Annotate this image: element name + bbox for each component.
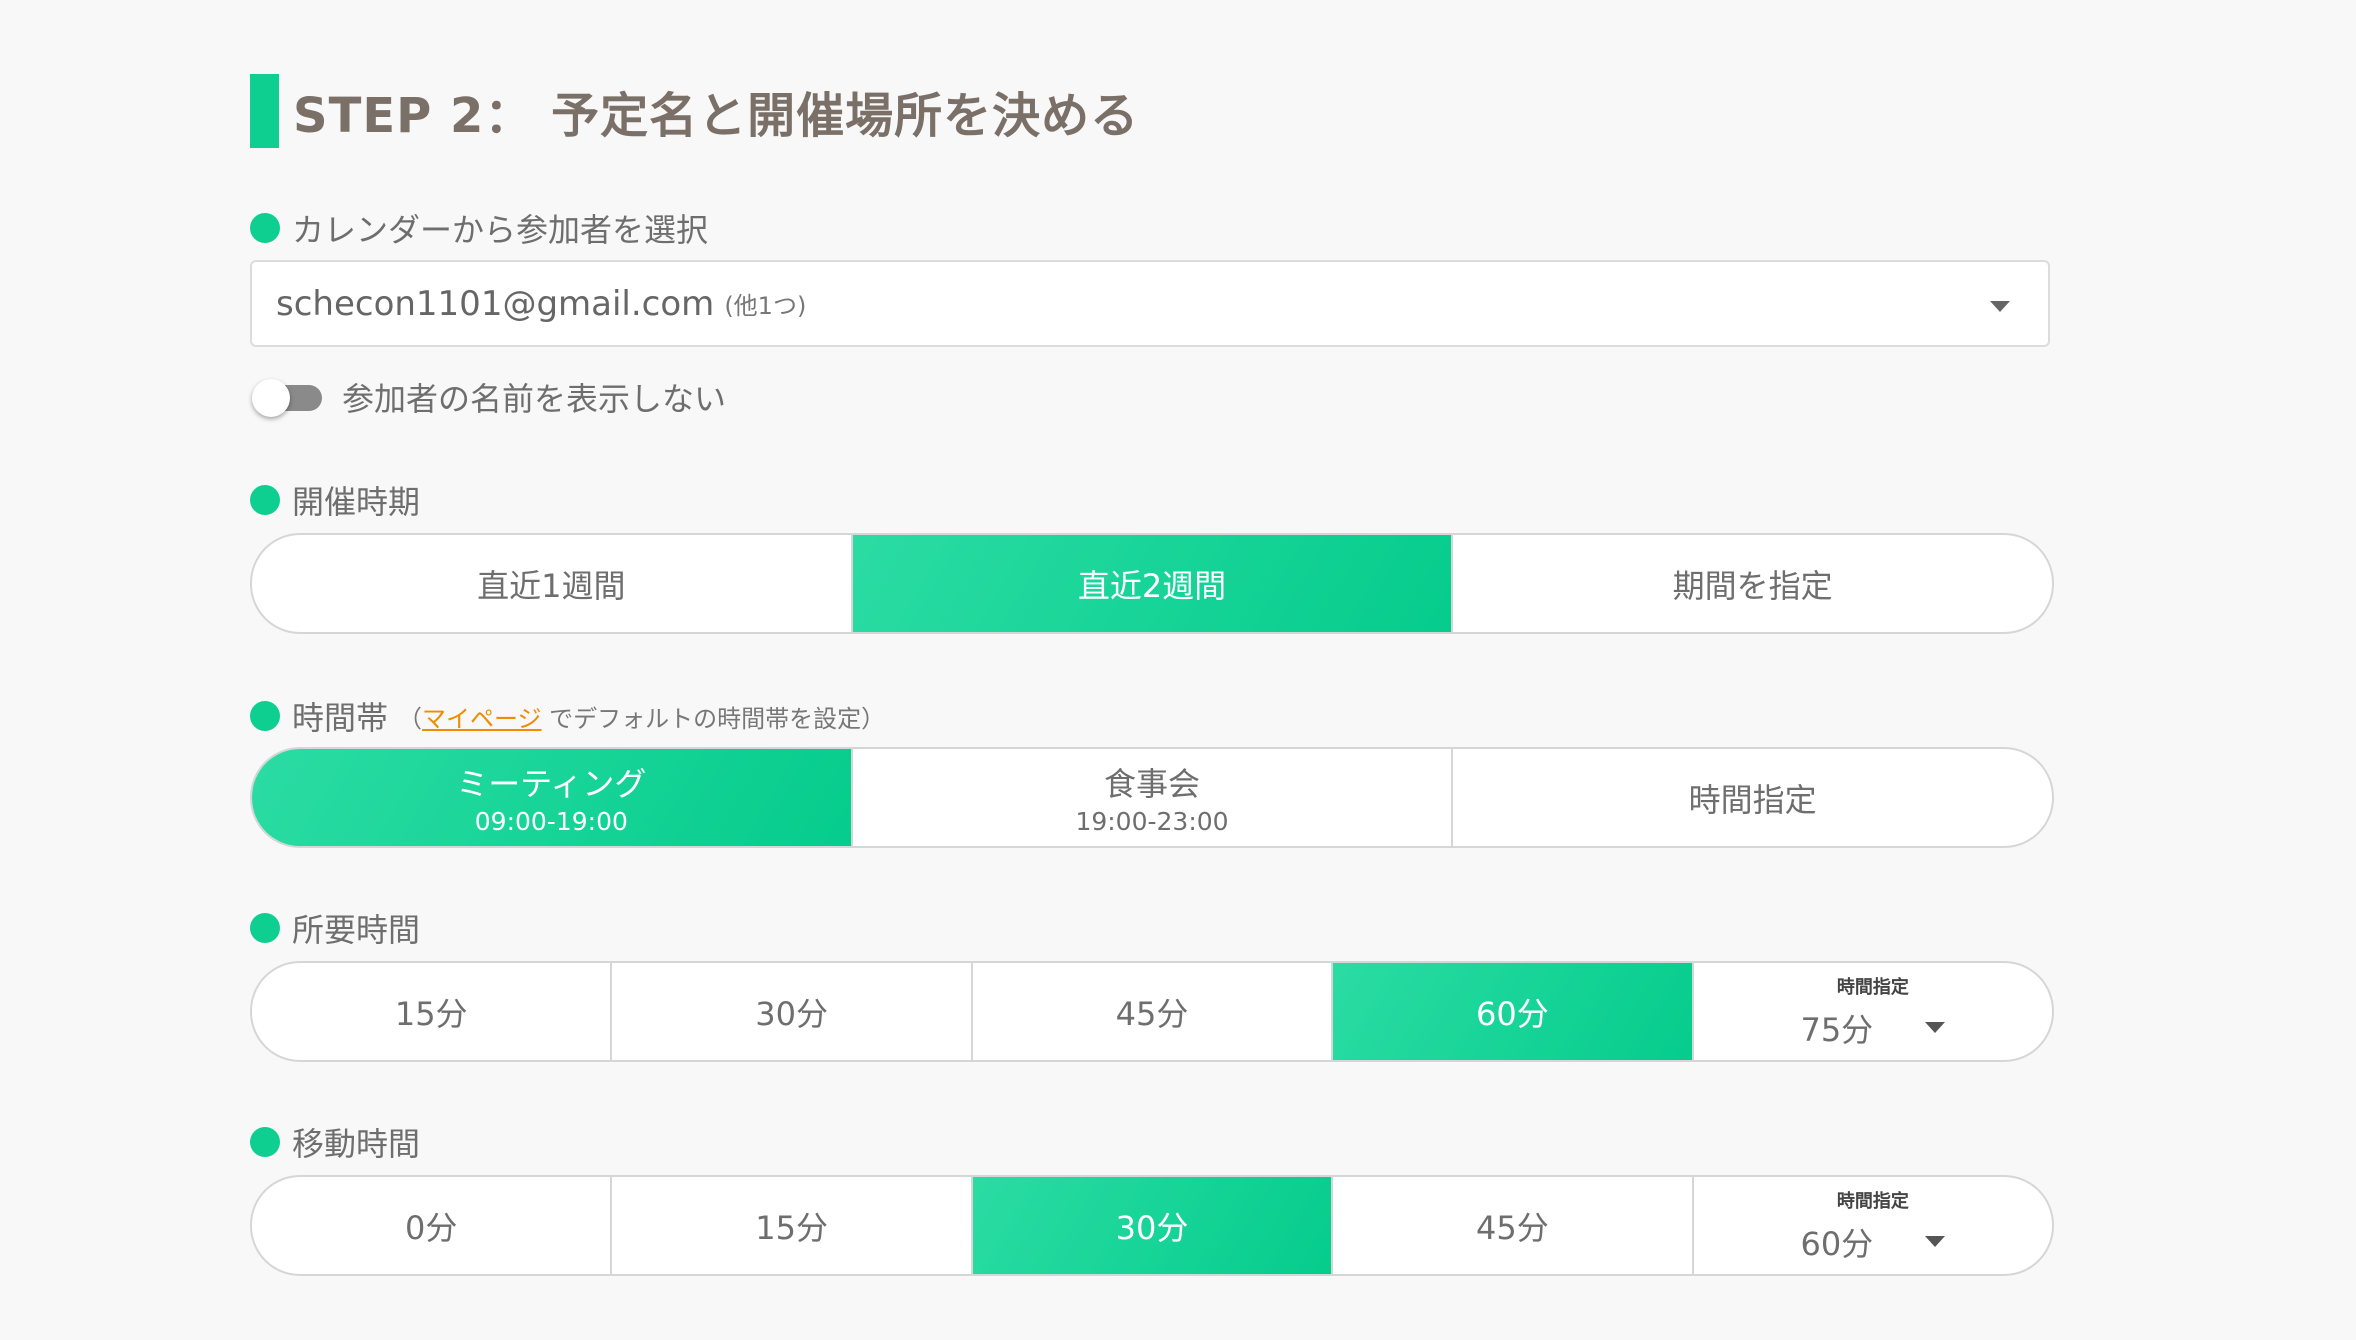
option-label: 期間を指定 [1672, 566, 1833, 605]
travel-custom-select[interactable]: 時間指定 60分 [1691, 1177, 2052, 1274]
custom-value-row: 60分 [1800, 1219, 1946, 1265]
timeslot-option-dinner[interactable]: 食事会 19:00-23:00 [850, 749, 1452, 846]
page-title: STEP 2： 予定名と開催場所を決める [293, 88, 1140, 144]
option-label: 時間指定 [1688, 780, 1817, 819]
calendar-label: カレンダーから参加者を選択 [292, 211, 709, 249]
option-label: 直近2週間 [1077, 566, 1227, 605]
option-label: 30分 [755, 994, 828, 1033]
mypage-link[interactable]: マイページ [422, 705, 542, 733]
bullet-dot-icon [250, 213, 280, 243]
calendar-label-row: カレンダーから参加者を選択 [250, 206, 708, 250]
toggle-knob [252, 379, 290, 417]
calendar-selected-value: schecon1101@gmail.com [276, 283, 715, 324]
caret-down-icon[interactable] [1925, 1236, 1946, 1247]
duration-option-60[interactable]: 60分 [1331, 963, 1692, 1060]
option-label: 直近1週間 [477, 566, 626, 605]
travel-option-15[interactable]: 15分 [610, 1177, 970, 1274]
option-label: 60分 [1476, 994, 1549, 1033]
option-label: 45分 [1115, 994, 1189, 1033]
hide-names-label: 参加者の名前を表示しない [342, 380, 727, 418]
duration-label: 所要時間 [292, 911, 421, 949]
travel-option-30[interactable]: 30分 [970, 1177, 1332, 1274]
bullet-dot-icon [250, 485, 280, 515]
period-label: 開催時期 [292, 483, 421, 521]
option-time-range: 19:00-23:00 [1075, 807, 1229, 836]
note-prefix: （ [398, 704, 423, 733]
travel-option-45[interactable]: 45分 [1331, 1177, 1691, 1274]
option-label: 食事会 [1104, 765, 1201, 803]
option-label: 15分 [755, 1208, 828, 1247]
period-segmented-control: 直近1週間 直近2週間 期間を指定 [250, 533, 2054, 634]
caret-down-icon[interactable] [1990, 301, 2010, 312]
caret-down-icon[interactable] [1925, 1022, 1946, 1033]
calendar-select[interactable]: schecon1101@gmail.com (他1つ) [250, 260, 2050, 347]
hide-names-toggle[interactable] [252, 377, 324, 417]
step-heading: STEP 2： 予定名と開催場所を決める [250, 74, 1139, 148]
timeslot-note: （マイページ でデフォルトの時間帯を設定） [398, 699, 885, 734]
custom-value: 60分 [1800, 1224, 1874, 1263]
duration-label-row: 所要時間 [250, 906, 420, 950]
step2-page: STEP 2： 予定名と開催場所を決める カレンダーから参加者を選択 schec… [0, 0, 2356, 1340]
timeslot-option-meeting[interactable]: ミーティング 09:00-19:00 [252, 749, 851, 846]
timeslot-label: 時間帯 [292, 699, 389, 737]
duration-option-45[interactable]: 45分 [970, 963, 1331, 1060]
duration-option-30[interactable]: 30分 [610, 963, 970, 1060]
custom-caption: 時間指定 [1836, 976, 1909, 998]
travel-label-row: 移動時間 [250, 1120, 420, 1164]
option-label: 45分 [1476, 1208, 1549, 1247]
option-label: 30分 [1115, 1208, 1189, 1247]
option-label: ミーティング [456, 765, 647, 803]
hide-names-row: 参加者の名前を表示しない [252, 375, 726, 419]
option-label: 0分 [405, 1208, 458, 1247]
bullet-dot-icon [250, 913, 280, 943]
period-option-custom[interactable]: 期間を指定 [1451, 535, 2052, 632]
custom-value-row: 75分 [1800, 1005, 1946, 1051]
duration-segmented-control: 15分 30分 45分 60分 時間指定 75分 [250, 961, 2054, 1062]
travel-label: 移動時間 [292, 1125, 421, 1163]
note-suffix: でデフォルトの時間帯を設定） [541, 704, 886, 733]
custom-value: 75分 [1800, 1010, 1874, 1049]
period-label-row: 開催時期 [250, 478, 420, 522]
step-accent-bar [250, 74, 279, 148]
option-label: 15分 [394, 994, 468, 1033]
duration-option-15[interactable]: 15分 [252, 963, 610, 1060]
timeslot-segmented-control: ミーティング 09:00-19:00 食事会 19:00-23:00 時間指定 [250, 747, 2054, 848]
bullet-dot-icon [250, 1127, 280, 1157]
option-time-range: 09:00-19:00 [474, 807, 628, 836]
travel-option-0[interactable]: 0分 [252, 1177, 610, 1274]
custom-caption: 時間指定 [1836, 1190, 1909, 1212]
duration-custom-select[interactable]: 時間指定 75分 [1691, 963, 2052, 1060]
period-option-1week[interactable]: 直近1週間 [252, 535, 851, 632]
calendar-extra-count: (他1つ) [724, 292, 807, 320]
timeslot-option-custom[interactable]: 時間指定 [1451, 749, 2052, 846]
timeslot-label-row: 時間帯 （マイページ でデフォルトの時間帯を設定） [250, 694, 885, 738]
period-option-2weeks[interactable]: 直近2週間 [850, 535, 1452, 632]
bullet-dot-icon [250, 701, 280, 731]
travel-segmented-control: 0分 15分 30分 45分 時間指定 60分 [250, 1175, 2054, 1276]
